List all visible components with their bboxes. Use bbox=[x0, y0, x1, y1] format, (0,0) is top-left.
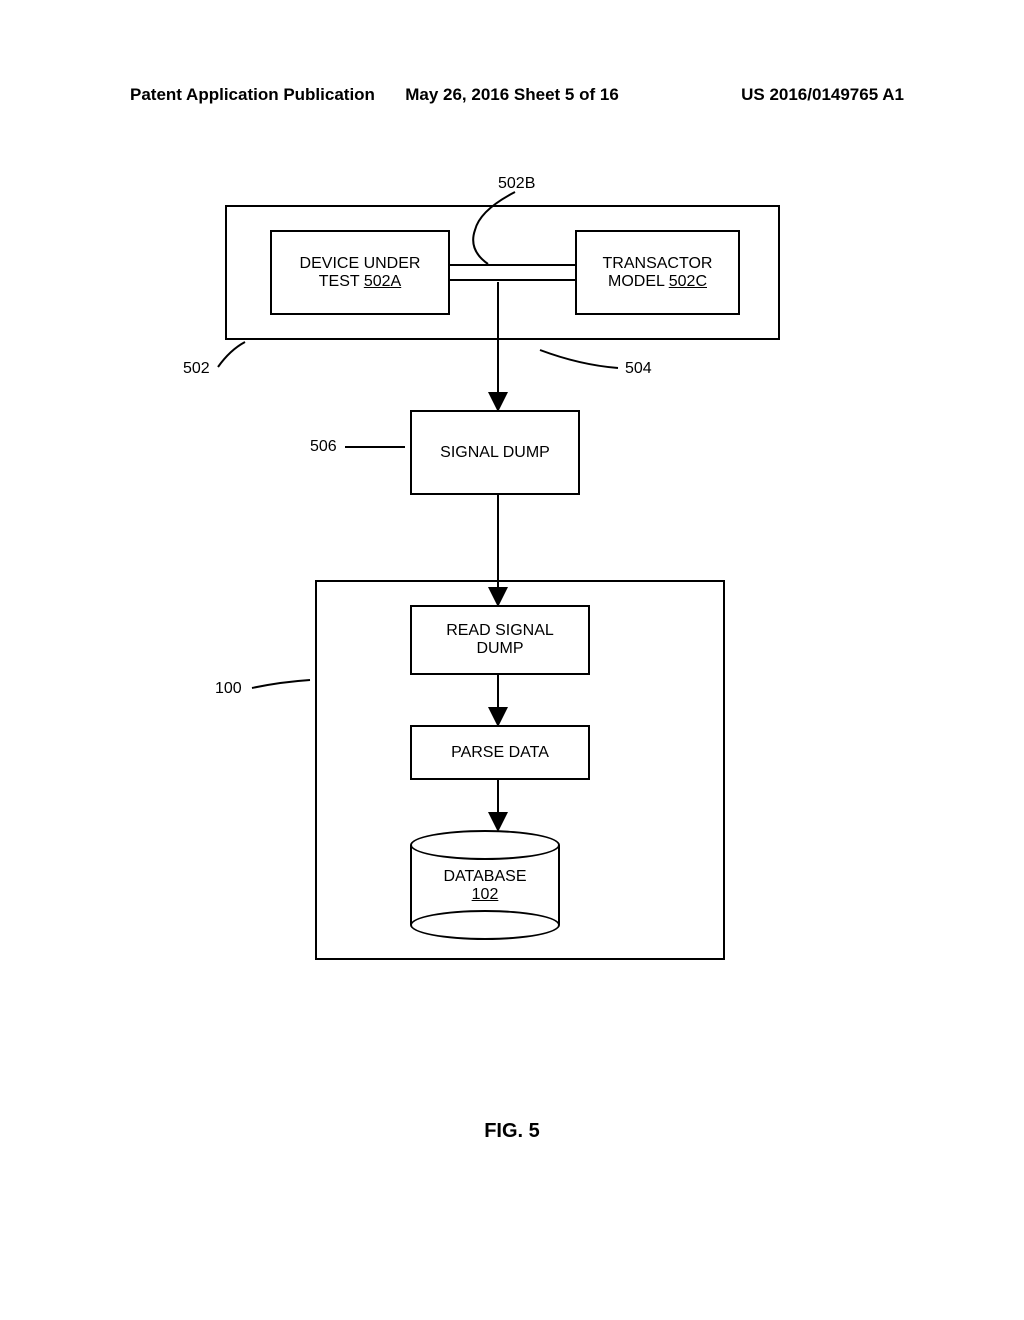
database-cylinder: DATABASE 102 bbox=[410, 830, 560, 940]
ref-502: 502 bbox=[183, 360, 210, 378]
transactor-model-box: TRANSACTOR MODEL 502C bbox=[575, 230, 740, 315]
parse-data-box: PARSE DATA bbox=[410, 725, 590, 780]
header-right: US 2016/0149765 A1 bbox=[741, 85, 904, 105]
parse-data-label: PARSE DATA bbox=[451, 744, 549, 762]
ref-100: 100 bbox=[215, 680, 242, 698]
device-under-test-box: DEVICE UNDER TEST 502A bbox=[270, 230, 450, 315]
ref-502b: 502B bbox=[498, 175, 535, 193]
transactor-label-2: MODEL 502C bbox=[608, 273, 707, 291]
signal-dump-label: SIGNAL DUMP bbox=[440, 444, 550, 462]
read-signal-label-1: READ SIGNAL bbox=[446, 622, 554, 640]
signal-dump-box: SIGNAL DUMP bbox=[410, 410, 580, 495]
header-center: May 26, 2016 Sheet 5 of 16 bbox=[405, 85, 619, 105]
dut-label-2: TEST 502A bbox=[319, 273, 401, 291]
ref-504: 504 bbox=[625, 360, 652, 378]
figure-label: FIG. 5 bbox=[0, 1120, 1024, 1143]
ref-506: 506 bbox=[310, 438, 337, 456]
read-signal-dump-box: READ SIGNAL DUMP bbox=[410, 605, 590, 675]
dut-label-1: DEVICE UNDER bbox=[300, 255, 421, 273]
database-label: DATABASE 102 bbox=[410, 868, 560, 904]
transactor-label-1: TRANSACTOR bbox=[603, 255, 713, 273]
read-signal-label-2: DUMP bbox=[476, 640, 523, 658]
header-left: Patent Application Publication bbox=[130, 85, 375, 105]
